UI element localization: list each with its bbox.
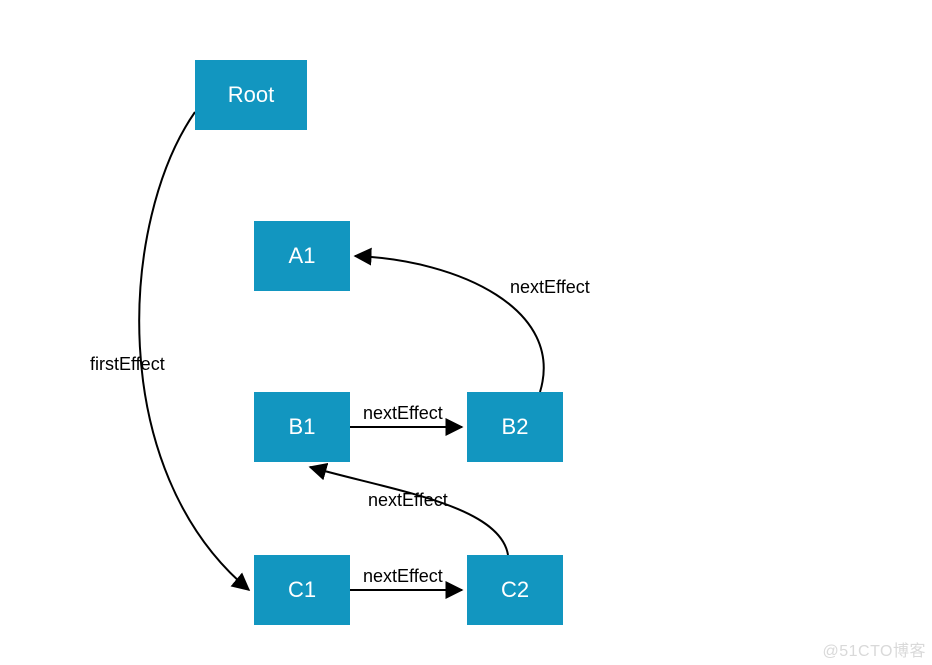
node-b1: B1	[254, 392, 350, 462]
label-first-effect: firstEffect	[90, 354, 165, 375]
label-c1-c2: nextEffect	[363, 566, 443, 587]
node-root-label: Root	[228, 82, 274, 108]
node-c1: C1	[254, 555, 350, 625]
node-a1-label: A1	[289, 243, 316, 269]
node-c1-label: C1	[288, 577, 316, 603]
node-root: Root	[195, 60, 307, 130]
edge-c2-to-b1	[310, 467, 508, 555]
label-b1-b2: nextEffect	[363, 403, 443, 424]
node-c2-label: C2	[501, 577, 529, 603]
label-b2-a1: nextEffect	[510, 277, 590, 298]
edges-layer	[0, 0, 932, 665]
node-b1-label: B1	[289, 414, 316, 440]
node-c2: C2	[467, 555, 563, 625]
node-a1: A1	[254, 221, 350, 291]
node-b2: B2	[467, 392, 563, 462]
label-c2-b1: nextEffect	[368, 490, 448, 511]
edge-root-to-c1	[139, 112, 249, 590]
node-b2-label: B2	[502, 414, 529, 440]
watermark: @51CTO博客	[822, 637, 926, 661]
